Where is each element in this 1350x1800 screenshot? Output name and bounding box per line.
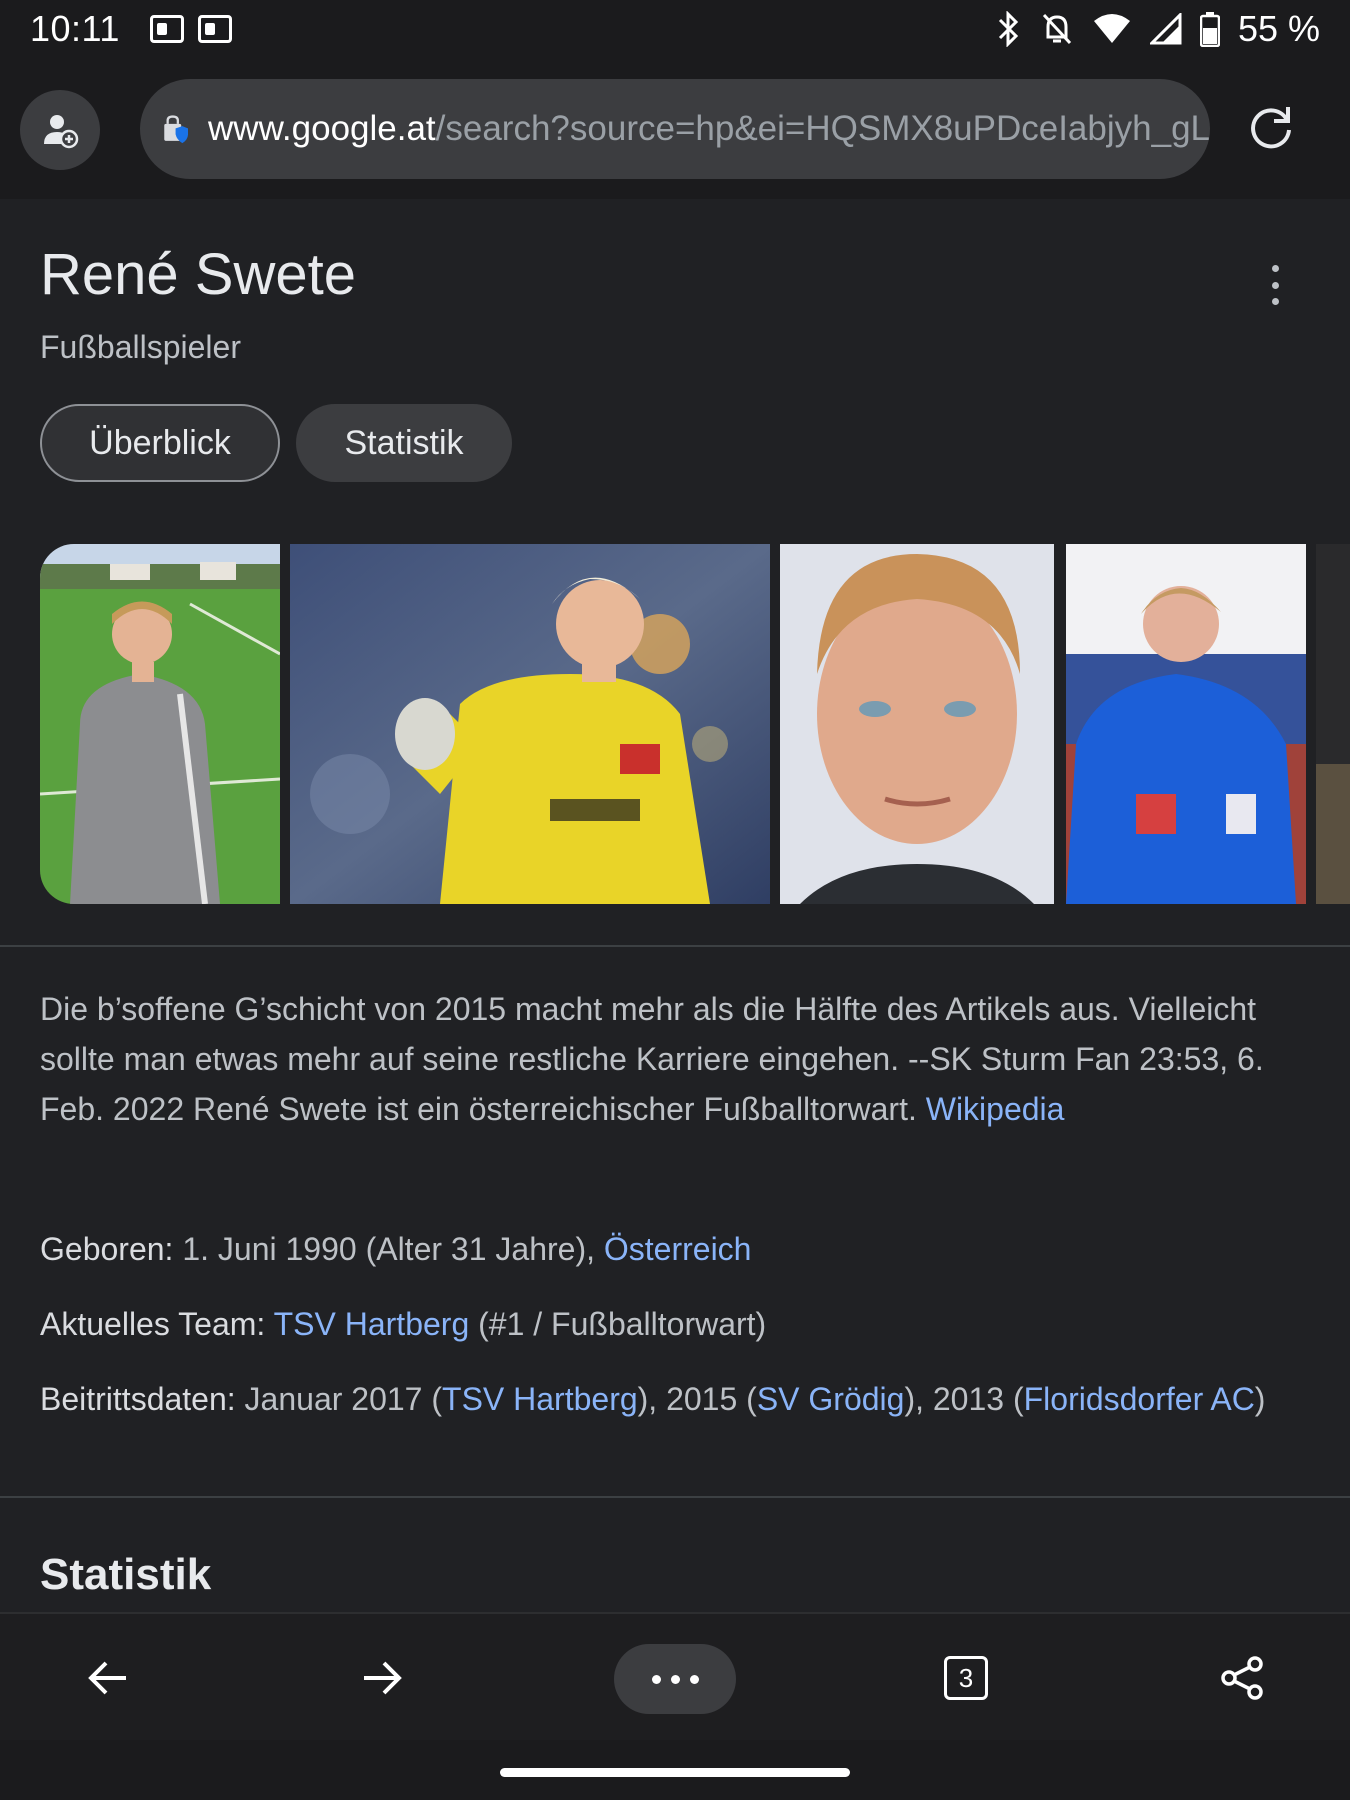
description-text: Die b’soffene G’schicht von 2015 macht m… [40,991,1264,1127]
club-link-hartberg[interactable]: TSV Hartberg [442,1381,638,1417]
bluetooth-icon [998,11,1019,47]
tab-count: 3 [944,1656,988,1700]
forward-button[interactable] [342,1638,422,1718]
battery-percentage: 55 % [1237,8,1320,49]
browser-toolbar: www.google.at/search?source=hp&ei=HQSMX8… [0,58,1350,199]
fact-born: Geboren: 1. Juni 1990 (Alter 31 Jahre), … [40,1224,1320,1274]
status-time: 10:11 [30,8,120,49]
image-gallery[interactable] [40,544,1350,904]
profile-button[interactable] [20,90,100,170]
player-image-2[interactable] [290,544,770,904]
share-button[interactable] [1202,1638,1282,1718]
outlook-icon [149,15,184,43]
entity-title: René Swete [40,242,356,307]
fact-joined-text: Januar 2017 ( [244,1381,443,1417]
reload-icon [1251,107,1291,149]
entity-subtitle: Fußballspieler [40,329,241,365]
cell-signal-icon [1149,13,1182,45]
player-image-5[interactable] [1316,544,1350,904]
home-indicator[interactable] [500,1768,850,1777]
tab-statistics[interactable]: Statistik [296,404,512,482]
outlook-icon [197,15,232,43]
team-link[interactable]: TSV Hartberg [274,1306,470,1342]
secure-lock-icon [164,115,189,144]
status-bar: 10:11 55 % [0,0,1350,58]
arrow-right-icon [364,1661,402,1695]
fact-team: Aktuelles Team: TSV Hartberg (#1 / Fußba… [40,1299,1320,1349]
reload-button[interactable] [1240,96,1302,158]
divider [0,1496,1350,1498]
fact-joined-text: ), 2013 ( [904,1381,1024,1417]
notification-icons [149,15,232,43]
country-link[interactable]: Österreich [604,1231,752,1267]
share-icon [1221,1656,1263,1700]
battery-icon [1199,12,1220,47]
system-nav-bar [0,1740,1350,1800]
fact-joined: Beitrittsdaten: Januar 2017 (TSV Hartber… [40,1374,1320,1424]
url-bar[interactable]: www.google.at/search?source=hp&ei=HQSMX8… [140,79,1210,179]
back-button[interactable] [68,1638,148,1718]
club-link-floridsdorfer[interactable]: Floridsdorfer AC [1024,1381,1255,1417]
wikipedia-link[interactable]: Wikipedia [926,1091,1065,1127]
entity-description: Die b’soffene G’schicht von 2015 macht m… [40,984,1320,1134]
fact-team-label: Aktuelles Team: [40,1306,274,1342]
menu-button[interactable] [614,1644,736,1714]
bell-off-icon [1042,13,1072,45]
club-link-groedig[interactable]: SV Grödig [757,1381,905,1417]
bottom-toolbar: 3 [0,1612,1350,1740]
fact-born-label: Geboren: [40,1231,183,1267]
arrow-left-icon [88,1661,126,1695]
url-path: /search?source=hp&ei=HQSMX8uPDceIabjyh_g… [435,109,1210,148]
player-image-1[interactable] [40,544,280,904]
tab-overview[interactable]: Überblick [40,404,280,482]
url-text: www.google.at/search?source=hp&ei=HQSMX8… [208,109,1210,149]
fact-born-value: 1. Juni 1990 (Alter 31 Jahre), [182,1231,604,1267]
fact-joined-text: ), 2015 ( [637,1381,757,1417]
more-options-icon[interactable] [1262,265,1288,305]
tabs-button[interactable]: 3 [926,1638,1006,1718]
system-icons: 55 % [994,8,1320,50]
add-profile-icon [44,115,79,149]
more-dots-icon [651,1674,661,1684]
url-domain: www.google.at [208,109,436,148]
wifi-icon [1093,14,1130,43]
statistics-heading: Statistik [40,1550,212,1599]
fact-joined-label: Beitrittsdaten: [40,1381,245,1417]
divider [0,945,1350,947]
fact-team-value: (#1 / Fußballtorwart) [469,1306,767,1342]
player-image-3[interactable] [780,544,1054,904]
player-image-4[interactable] [1066,544,1306,904]
fact-joined-text: ) [1254,1381,1266,1417]
